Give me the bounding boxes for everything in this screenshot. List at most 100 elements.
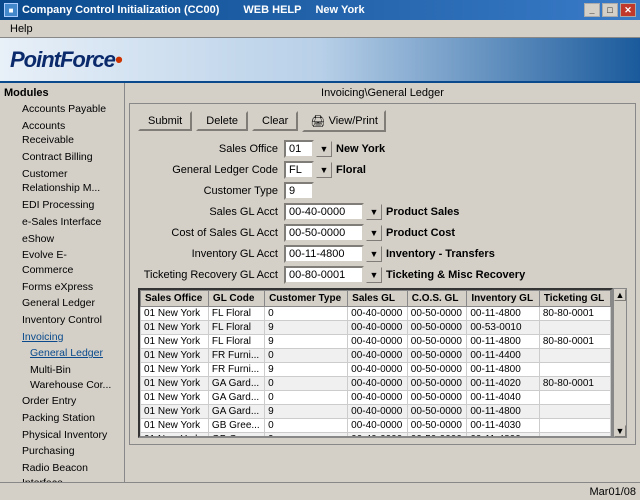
ticketing-gl-lookup[interactable]: ▼	[366, 267, 382, 283]
form-panel: Submit Delete Clear 🖨 View/Print Sales O…	[129, 103, 636, 445]
table-cell: 80-80-0001	[539, 377, 610, 391]
web-help[interactable]: WEB HELP	[243, 4, 301, 16]
table-cell: 00-40-0000	[348, 321, 408, 335]
table-row[interactable]: 01 New YorkFL Floral000-40-000000-50-000…	[141, 307, 611, 321]
sidebar-item-eshow[interactable]: eShow	[2, 231, 122, 248]
table-cell: 9	[265, 335, 348, 349]
gl-code-lookup[interactable]: ▼	[316, 162, 332, 178]
title-bar: ■ Company Control Initialization (CC00) …	[0, 0, 640, 20]
maximize-button[interactable]: □	[602, 3, 618, 17]
table-cell: 80-80-0001	[539, 335, 610, 349]
sidebar-item-inventory[interactable]: Inventory Control	[2, 312, 122, 329]
breadcrumb: Invoicing\General Ledger	[129, 87, 636, 99]
table-cell: 00-11-4400	[467, 349, 539, 363]
logo: PointForce•	[10, 47, 122, 73]
sidebar-item-crm[interactable]: Customer Relationship M...	[2, 166, 122, 197]
sidebar-item-evolve[interactable]: Evolve E-Commerce	[2, 247, 122, 278]
minimize-button[interactable]: _	[584, 3, 600, 17]
scrollbar-vertical[interactable]: ▲ ▼	[613, 288, 627, 438]
table-row[interactable]: 01 New YorkFL Floral900-40-000000-50-000…	[141, 321, 611, 335]
table-cell: 01 New York	[141, 391, 209, 405]
menu-help[interactable]: Help	[4, 22, 39, 36]
submit-button[interactable]: Submit	[138, 111, 192, 131]
table-cell: 00-50-0000	[407, 377, 467, 391]
inventory-gl-input[interactable]	[284, 245, 364, 263]
sidebar-item-order-entry[interactable]: Order Entry	[2, 393, 122, 410]
table-cell: 9	[265, 321, 348, 335]
cos-gl-input[interactable]	[284, 224, 364, 242]
inventory-gl-row: Inventory GL Acct ▼ Inventory - Transfer…	[138, 245, 627, 263]
data-table[interactable]: Sales Office GL Code Customer Type Sales…	[138, 288, 613, 438]
table-cell: 9	[265, 363, 348, 377]
table-row[interactable]: 01 New YorkFL Floral900-40-000000-50-000…	[141, 335, 611, 349]
table-cell: GA Gard...	[208, 391, 264, 405]
table-cell: 00-50-0000	[407, 363, 467, 377]
scroll-down-button[interactable]: ▼	[614, 425, 626, 437]
main-layout: Modules Accounts Payable Accounts Receiv…	[0, 83, 640, 500]
sidebar-item-edi[interactable]: EDI Processing	[2, 197, 122, 214]
sidebar-item-esales[interactable]: e-Sales Interface	[2, 214, 122, 231]
view-print-button[interactable]: 🖨 View/Print	[302, 110, 386, 132]
app-header: PointForce•	[0, 38, 640, 83]
table-cell: 00-53-0010	[467, 321, 539, 335]
table-row[interactable]: 01 New YorkGB Gree...900-40-000000-50-00…	[141, 433, 611, 439]
sales-office-lookup[interactable]: ▼	[316, 141, 332, 157]
location-text: New York	[315, 4, 364, 16]
ticketing-gl-label: Ticketing Recovery GL Acct	[138, 269, 278, 281]
table-row[interactable]: 01 New YorkFR Furni...900-40-000000-50-0…	[141, 363, 611, 377]
close-button[interactable]: ✕	[620, 3, 636, 17]
table-row[interactable]: 01 New YorkGA Gard...000-40-000000-50-00…	[141, 391, 611, 405]
customer-type-input[interactable]	[284, 182, 314, 200]
table-cell: 00-50-0000	[407, 419, 467, 433]
ticketing-gl-row: Ticketing Recovery GL Acct ▼ Ticketing &…	[138, 266, 627, 284]
sidebar-item-multibin[interactable]: Multi-Bin Warehouse Cor...	[2, 362, 122, 393]
sidebar-item-forms[interactable]: Forms eXpress	[2, 279, 122, 296]
table-cell: 01 New York	[141, 307, 209, 321]
ticketing-gl-name: Ticketing & Misc Recovery	[386, 269, 525, 281]
table-cell: FR Furni...	[208, 349, 264, 363]
table-cell: 00-11-4800	[467, 307, 539, 321]
table-cell: 9	[265, 405, 348, 419]
table-row[interactable]: 01 New YorkFR Furni...000-40-000000-50-0…	[141, 349, 611, 363]
sidebar-item-accounts-receivable[interactable]: Accounts Receivable	[2, 118, 122, 149]
table-cell: 00-40-0000	[348, 377, 408, 391]
table-cell: 00-40-0000	[348, 419, 408, 433]
gl-code-label: General Ledger Code	[138, 164, 278, 176]
table-row[interactable]: 01 New YorkGA Gard...000-40-000000-50-00…	[141, 377, 611, 391]
clear-button[interactable]: Clear	[252, 111, 298, 131]
table-cell	[539, 419, 610, 433]
sidebar-item-physical-inv[interactable]: Physical Inventory	[2, 427, 122, 444]
sales-gl-lookup[interactable]: ▼	[366, 204, 382, 220]
sidebar-item-invoicing[interactable]: Invoicing	[2, 329, 122, 346]
gl-code-input[interactable]	[284, 161, 314, 179]
sidebar-item-gl[interactable]: General Ledger	[2, 295, 122, 312]
scroll-up-button[interactable]: ▲	[614, 289, 626, 301]
table-cell: 00-11-4030	[467, 419, 539, 433]
sidebar-item-invoicing-gl[interactable]: General Ledger	[2, 345, 122, 362]
title-text: Company Control Initialization (CC00)	[22, 4, 219, 16]
table-row[interactable]: 01 New YorkGA Gard...900-40-000000-50-00…	[141, 405, 611, 419]
cos-gl-lookup[interactable]: ▼	[366, 225, 382, 241]
table-row[interactable]: 01 New YorkGB Gree...000-40-000000-50-00…	[141, 419, 611, 433]
ticketing-gl-input[interactable]	[284, 266, 364, 284]
sidebar-item-purchasing[interactable]: Purchasing	[2, 443, 122, 460]
delete-button[interactable]: Delete	[196, 111, 248, 131]
sales-office-row: Sales Office ▼ New York	[138, 140, 627, 158]
table-cell: 00-40-0000	[348, 391, 408, 405]
table-cell: 0	[265, 391, 348, 405]
col-ticketing-gl: Ticketing GL	[539, 291, 610, 307]
table-cell: 0	[265, 377, 348, 391]
sidebar-item-packing[interactable]: Packing Station	[2, 410, 122, 427]
inventory-gl-lookup[interactable]: ▼	[366, 246, 382, 262]
status-date: Mar01/08	[590, 486, 636, 498]
sales-office-input[interactable]	[284, 140, 314, 158]
table-cell: 00-11-4800	[467, 433, 539, 439]
table-cell: 00-40-0000	[348, 349, 408, 363]
table-cell: 00-40-0000	[348, 335, 408, 349]
table-cell: 0	[265, 419, 348, 433]
sales-gl-row: Sales GL Acct ▼ Product Sales	[138, 203, 627, 221]
sales-gl-input[interactable]	[284, 203, 364, 221]
table-cell: 00-50-0000	[407, 405, 467, 419]
sidebar-item-accounts-payable[interactable]: Accounts Payable	[2, 101, 122, 118]
sidebar-item-contract-billing[interactable]: Contract Billing	[2, 149, 122, 166]
